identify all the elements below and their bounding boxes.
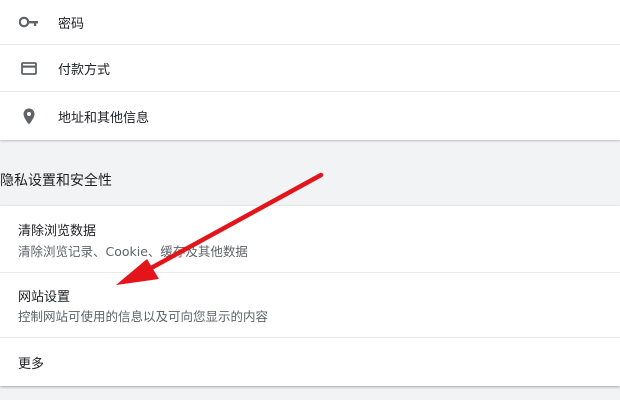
addresses-label: 地址和其他信息	[58, 110, 150, 126]
passwords-label: 密码	[58, 16, 85, 32]
more-row[interactable]: 更多	[0, 338, 620, 384]
location-pin-icon	[18, 105, 40, 127]
payment-methods-row[interactable]: 付款方式	[0, 45, 620, 91]
site-settings-subtitle: 控制网站可使用的信息以及可向您显示的内容	[18, 309, 269, 324]
credit-card-icon	[18, 57, 40, 79]
privacy-card: 清除浏览数据 清除浏览记录、Cookie、缓存及其他数据 网站设置 控制网站可使…	[0, 206, 620, 386]
site-settings-row[interactable]: 网站设置 控制网站可使用的信息以及可向您显示的内容	[0, 273, 620, 337]
more-label: 更多	[18, 357, 45, 372]
payment-methods-label: 付款方式	[58, 62, 111, 78]
key-icon	[18, 11, 40, 33]
privacy-section-title: 隐私设置和安全性	[0, 173, 112, 189]
clear-browsing-data-row[interactable]: 清除浏览数据 清除浏览记录、Cookie、缓存及其他数据	[0, 206, 620, 272]
clear-browsing-data-subtitle: 清除浏览记录、Cookie、缓存及其他数据	[18, 244, 248, 259]
autofill-card: 密码 付款方式 地址和其他信息	[0, 0, 620, 140]
passwords-row[interactable]: 密码	[0, 0, 620, 44]
addresses-row[interactable]: 地址和其他信息	[0, 92, 620, 140]
site-settings-title: 网站设置	[18, 290, 71, 305]
clear-browsing-data-title: 清除浏览数据	[18, 224, 97, 239]
